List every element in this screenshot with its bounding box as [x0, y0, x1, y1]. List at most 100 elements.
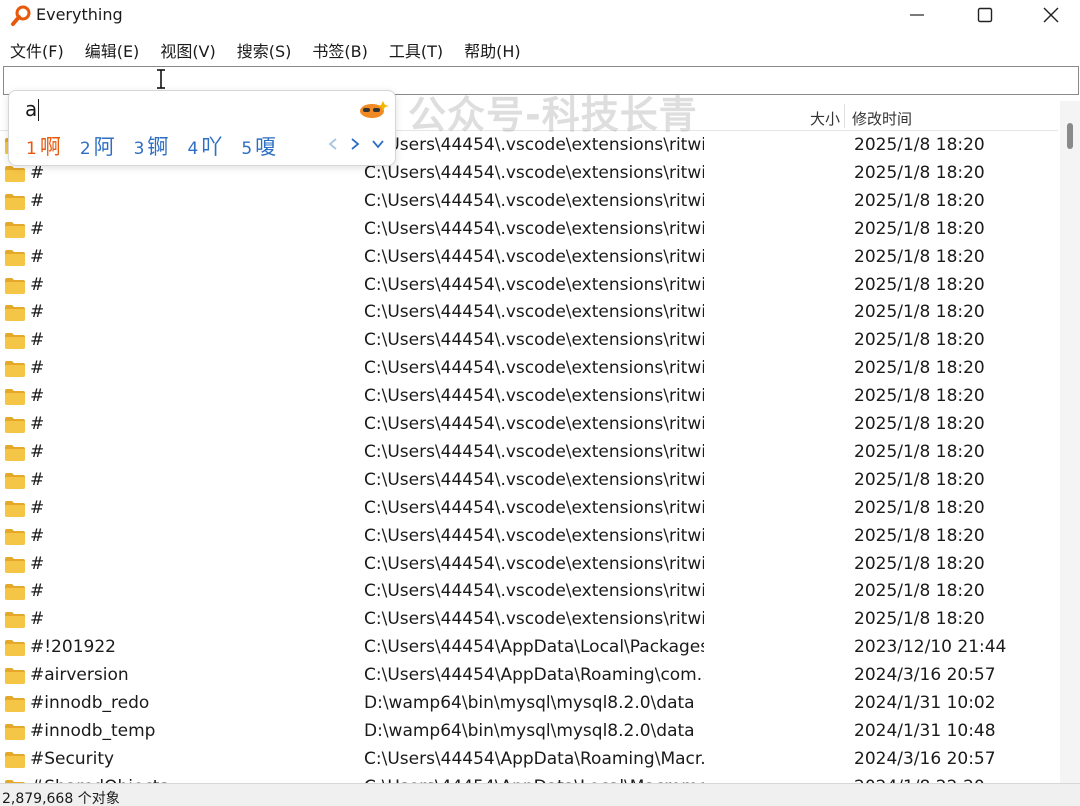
modified-date-cell: 2025/1/8 18:20	[854, 274, 985, 295]
file-name-cell: #	[30, 441, 45, 462]
table-row[interactable]: # C:\Users\44454\.vscode\extensions\ritwi…	[0, 578, 1058, 606]
modified-date-cell: 2025/1/8 18:20	[854, 497, 985, 518]
close-button[interactable]	[1028, 0, 1074, 30]
ime-expand-icon[interactable]	[371, 137, 385, 151]
ime-next-page-icon[interactable]	[349, 137, 361, 151]
folder-icon	[5, 165, 25, 182]
folder-icon	[5, 221, 25, 238]
file-path-cell: C:\Users\44454\.vscode\extensions\ritwic…	[364, 469, 704, 490]
folder-icon	[5, 723, 25, 740]
file-path-cell: C:\Users\44454\.vscode\extensions\ritwic…	[364, 609, 704, 630]
table-row[interactable]: # C:\Users\44454\.vscode\extensions\ritwi…	[0, 216, 1058, 244]
modified-date-cell: 2025/1/8 18:20	[854, 581, 985, 602]
menu-search[interactable]: 搜索(S)	[237, 36, 292, 62]
table-row[interactable]: # C:\Users\44454\.vscode\extensions\ritwi…	[0, 439, 1058, 467]
folder-icon	[5, 612, 25, 629]
object-count: 2,879,668 个对象	[2, 791, 120, 806]
maximize-icon	[977, 7, 993, 23]
table-row[interactable]: # C:\Users\44454\.vscode\extensions\ritwi…	[0, 355, 1058, 383]
modified-date-cell: 2025/1/8 18:20	[854, 414, 985, 434]
file-name-cell: #	[30, 358, 45, 379]
table-row[interactable]: #SharedObjectsC:\Users\44454\AppData\Loc…	[0, 774, 1058, 783]
file-path-cell: C:\Users\44454\AppData\Local\Packages...	[364, 637, 704, 658]
file-path-cell: C:\Users\44454\.vscode\extensions\ritwic…	[364, 246, 704, 267]
menu-edit[interactable]: 编辑(E)	[85, 36, 140, 62]
table-row[interactable]: # C:\Users\44454\.vscode\extensions\ritwi…	[0, 411, 1058, 439]
column-divider[interactable]	[844, 104, 845, 128]
table-row[interactable]: # C:\Users\44454\.vscode\extensions\ritwi…	[0, 188, 1058, 216]
file-path-cell: C:\Users\44454\.vscode\extensions\ritwic…	[364, 302, 704, 323]
file-name-cell: #Security	[30, 748, 115, 769]
menu-help[interactable]: 帮助(H)	[464, 36, 521, 62]
table-row[interactable]: #innodb_redo D:\wamp64\bin\mysql\mysql8.2…	[0, 690, 1058, 718]
ime-candidate-list: 1啊 2阿 3锕 4吖 5嗄	[26, 131, 295, 161]
modified-date-cell: 2024/1/31 10:48	[854, 720, 996, 741]
folder-icon	[5, 500, 25, 517]
table-row[interactable]: # C:\Users\44454\.vscode\extensions\ritwi…	[0, 383, 1058, 411]
menu-bookmarks[interactable]: 书签(B)	[312, 36, 367, 62]
ime-candidate[interactable]: 1啊	[26, 131, 61, 161]
table-row[interactable]: # C:\Users\44454\.vscode\extensions\ritwi…	[0, 244, 1058, 272]
file-name-cell: #	[30, 190, 45, 211]
table-row[interactable]: # C:\Users\44454\.vscode\extensions\ritwi…	[0, 523, 1058, 551]
ime-candidate[interactable]: 2阿	[80, 131, 115, 161]
column-header-size[interactable]: 大小	[810, 108, 840, 129]
ime-logo-icon[interactable]	[359, 99, 389, 119]
table-row[interactable]: # C:\Users\44454\.vscode\extensions\ritwi…	[0, 299, 1058, 327]
scrollbar-thumb[interactable]	[1067, 123, 1073, 149]
table-row[interactable]: # C:\Users\44454\.vscode\extensions\ritwi…	[0, 272, 1058, 300]
column-header-modified[interactable]: 修改时间	[852, 108, 912, 129]
folder-icon	[5, 305, 25, 322]
vertical-scrollbar[interactable]	[1060, 101, 1080, 783]
modified-date-cell: 2025/1/8 18:20	[854, 190, 985, 211]
maximize-button[interactable]	[962, 0, 1008, 30]
file-name-cell: #	[30, 386, 45, 407]
table-row[interactable]: #innodb_temp D:\wamp64\bin\mysql\mysql8.2…	[0, 718, 1058, 746]
file-path-cell: D:\wamp64\bin\mysql\mysql8.2.0\data	[364, 720, 695, 741]
modified-date-cell: 2025/1/8 18:20	[854, 386, 985, 407]
ime-candidate[interactable]: 4吖	[187, 131, 222, 161]
file-path-cell: C:\Users\44454\AppData\Roaming\com...	[364, 665, 704, 686]
modified-date-cell: 2025/1/8 18:20	[854, 330, 985, 351]
table-row[interactable]: # C:\Users\44454\.vscode\extensions\ritwi…	[0, 327, 1058, 355]
file-path-cell: C:\Users\44454\.vscode\extensions\ritwic…	[364, 553, 704, 574]
modified-date-cell: 2024/3/16 20:57	[854, 748, 996, 769]
table-row[interactable]: # C:\Users\44454\.vscode\extensions\ritwi…	[0, 495, 1058, 523]
everything-app-icon	[11, 5, 31, 26]
file-name-cell: #	[30, 302, 45, 323]
file-name-cell: #	[30, 469, 45, 490]
ime-candidate[interactable]: 5嗄	[241, 131, 276, 161]
folder-icon	[5, 528, 25, 545]
modified-date-cell: 2025/1/8 18:20	[854, 469, 985, 490]
results-list[interactable]: C:\Users\44454\.vscode\extensions\ritwic…	[0, 132, 1058, 783]
menu-view[interactable]: 视图(V)	[160, 36, 215, 62]
menu-tools[interactable]: 工具(T)	[389, 36, 443, 62]
folder-icon	[5, 640, 25, 657]
file-name-cell: #	[30, 246, 45, 267]
table-row[interactable]: # C:\Users\44454\.vscode\extensions\ritwi…	[0, 606, 1058, 634]
minimize-button[interactable]	[894, 0, 940, 30]
modified-date-cell: 2025/1/8 18:20	[854, 218, 985, 239]
ime-prev-page-icon[interactable]	[327, 137, 339, 151]
menu-file[interactable]: 文件(F)	[10, 36, 64, 62]
table-row[interactable]: #!201922 C:\Users\44454\AppData\Local\Pac…	[0, 634, 1058, 662]
file-name-cell: #	[30, 414, 45, 434]
status-bar: 2,879,668 个对象	[0, 783, 1080, 806]
file-path-cell: C:\Users\44454\.vscode\extensions\ritwic…	[364, 414, 704, 434]
file-path-cell: C:\Users\44454\.vscode\extensions\ritwic…	[364, 581, 704, 602]
table-row[interactable]: # C:\Users\44454\.vscode\extensions\ritwi…	[0, 551, 1058, 579]
file-name-cell: #!201922	[30, 637, 116, 658]
file-name-cell: #	[30, 330, 45, 351]
menu-bar: 文件(F) 编辑(E) 视图(V) 搜索(S) 书签(B) 工具(T) 帮助(H…	[0, 36, 1080, 62]
folder-icon	[5, 696, 25, 712]
modified-date-cell: 2025/1/8 18:20	[854, 135, 985, 155]
table-row[interactable]: #airversion C:\Users\44454\AppData\Roamin…	[0, 662, 1058, 690]
file-name-cell: #innodb_redo	[30, 693, 150, 713]
ime-candidate[interactable]: 3锕	[134, 131, 169, 161]
table-row[interactable]: # C:\Users\44454\.vscode\extensions\ritwi…	[0, 467, 1058, 495]
file-path-cell: C:\Users\44454\.vscode\extensions\ritwic…	[364, 218, 704, 239]
folder-icon	[5, 333, 25, 350]
folder-icon	[5, 277, 25, 294]
table-row[interactable]: #Security C:\Users\44454\AppData\Roaming\…	[0, 746, 1058, 774]
folder-icon	[5, 584, 25, 601]
